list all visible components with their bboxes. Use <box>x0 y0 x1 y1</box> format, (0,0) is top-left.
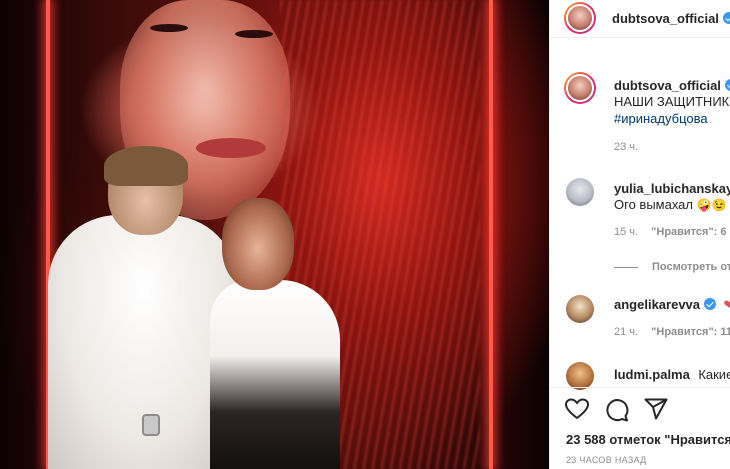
comment-text: Ого вымахал <box>614 197 693 212</box>
actions-divider <box>550 387 730 388</box>
person-woman <box>210 280 340 469</box>
paper-plane-icon <box>644 398 668 420</box>
comment-author-line: yulia_lubichanskaya <box>614 180 730 198</box>
author-avatar[interactable] <box>564 2 596 34</box>
caption-time[interactable]: 23 ч. <box>614 141 638 153</box>
comment-text: Какие <box>698 367 730 382</box>
caption-author-line: dubtsova_official <box>614 77 730 95</box>
red-heart-icon: ❤ <box>723 297 730 312</box>
poster-lips <box>196 138 266 158</box>
comment-meta: 21 ч. "Нравится": 11 <box>614 326 730 338</box>
comment-author-line: ludmi.palma Какие <box>614 366 730 384</box>
post-timestamp[interactable]: 23 ЧАСОВ НАЗАД <box>566 455 647 465</box>
poster-eye <box>150 24 188 32</box>
commenter-avatar[interactable] <box>566 178 594 206</box>
comment-bubble-icon <box>606 399 629 422</box>
post-header: dubtsova_official <box>612 10 730 28</box>
comment-author-line: angelikarevva ❤ <box>614 296 730 314</box>
caption-hashtag[interactable]: #иринадубцова <box>614 111 708 126</box>
heart-outline-icon <box>565 398 589 419</box>
person-woman-head <box>222 198 294 290</box>
view-replies[interactable]: Посмотреть от <box>614 261 730 273</box>
commenter-avatar[interactable] <box>566 295 594 323</box>
view-replies-line <box>614 266 638 268</box>
wristwatch <box>142 414 160 436</box>
comment-meta: 15 ч. "Нравится": 6 <box>614 226 727 238</box>
caption-avatar[interactable] <box>564 72 596 104</box>
like-button[interactable] <box>565 398 589 420</box>
comment-likes[interactable]: "Нравится": 11 <box>651 326 730 338</box>
poster-eye <box>235 30 273 38</box>
comment-author[interactable]: yulia_lubichanskaya <box>614 181 730 196</box>
comment-author[interactable]: ludmi.palma <box>614 367 690 382</box>
share-button[interactable] <box>644 398 668 420</box>
commenter-avatar[interactable] <box>566 362 594 390</box>
comment-time[interactable]: 15 ч. <box>614 226 638 238</box>
verified-badge-icon <box>724 79 730 91</box>
post-side-panel: dubtsova_official dubtsova_official НАШИ… <box>549 0 730 469</box>
verified-badge-icon <box>704 298 717 310</box>
comment-time[interactable]: 21 ч. <box>614 326 638 338</box>
header-divider <box>550 37 730 38</box>
comment-likes[interactable]: "Нравится": 6 <box>651 226 726 238</box>
likes-count[interactable]: 23 588 отметок "Нравится" <box>566 432 730 447</box>
comment-author[interactable]: angelikarevva <box>614 297 700 312</box>
neon-light-right <box>489 0 493 469</box>
comment-button[interactable] <box>605 398 629 422</box>
verified-badge-icon <box>722 12 730 24</box>
author-username[interactable]: dubtsova_official <box>612 11 719 26</box>
person-boy-hair <box>104 146 188 186</box>
caption-text: НАШИ ЗАЩИТНИК <box>614 94 730 109</box>
post-photo[interactable] <box>0 0 549 469</box>
emoji-icon: 🤪😉 <box>696 198 727 212</box>
caption-author[interactable]: dubtsova_official <box>614 78 721 93</box>
comment-text-line: Ого вымахал 🤪😉 <box>614 197 727 212</box>
view-replies-label: Посмотреть от <box>652 261 730 273</box>
